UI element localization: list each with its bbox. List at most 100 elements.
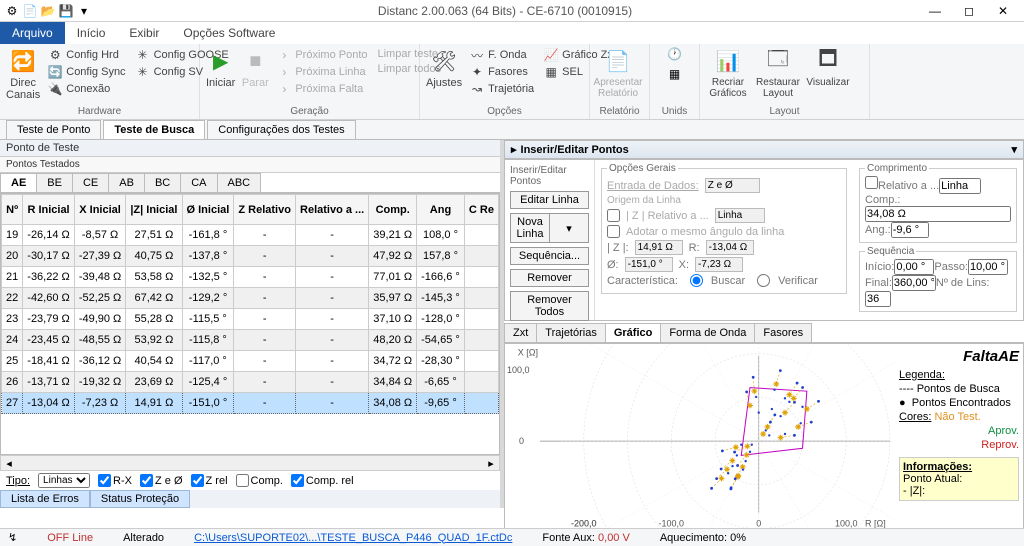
proximo-ponto[interactable]: ›Próximo Ponto xyxy=(275,47,369,63)
conexao[interactable]: 🔌Conexão xyxy=(46,81,127,97)
x-input[interactable] xyxy=(695,257,743,272)
entrada-dados[interactable] xyxy=(705,178,760,193)
col-header[interactable]: Z Relativo xyxy=(234,195,296,225)
editar-linha-button[interactable]: Editar Linha xyxy=(510,191,589,209)
fasores[interactable]: ✦Fasores xyxy=(468,64,536,80)
nlin-input[interactable] xyxy=(865,291,891,307)
config-sync[interactable]: 🔄Config Sync xyxy=(46,64,127,80)
config-hrd[interactable]: ⚙Config Hrd xyxy=(46,47,127,63)
relatorio-button[interactable]: 📄 Apresentar Relatório xyxy=(596,47,640,99)
restaurar-layout[interactable]: 🗔Restaurar Layout xyxy=(756,47,800,99)
r-input[interactable] xyxy=(706,240,754,255)
chk-zrel2[interactable] xyxy=(607,209,620,222)
rel-select[interactable] xyxy=(939,178,981,194)
phase-abc[interactable]: ABC xyxy=(217,173,262,192)
points-table[interactable]: NºR InicialX Inicial|Z| InicialØ Inicial… xyxy=(1,194,499,414)
recriar-graficos[interactable]: 📊Recriar Gráficos xyxy=(706,47,750,99)
col-header[interactable]: Relativo a ... xyxy=(295,195,368,225)
phase-be[interactable]: BE xyxy=(36,173,73,192)
remover-button[interactable]: Remover xyxy=(510,269,589,287)
chk-relativo[interactable] xyxy=(865,176,878,189)
gtab-fasores[interactable]: Fasores xyxy=(754,323,812,342)
passo-input[interactable] xyxy=(968,259,1008,275)
iniciar-button[interactable]: ▶ Iniciar xyxy=(206,47,235,89)
table-row[interactable]: 25-18,41 Ω-36,12 Ω40,54 Ω-117,0 °--34,72… xyxy=(2,351,499,372)
col-header[interactable]: X Inicial xyxy=(74,195,126,225)
f-onda[interactable]: 〰F. Onda xyxy=(468,47,536,63)
doctab-teste-ponto[interactable]: Teste de Ponto xyxy=(6,120,101,139)
chk-zo[interactable]: Z e Ø xyxy=(140,474,183,487)
gtab-forma-onda[interactable]: Forma de Onda xyxy=(660,323,755,342)
parar-button[interactable]: ■ Parar xyxy=(241,47,269,89)
inicio-input[interactable] xyxy=(894,259,934,275)
table-row[interactable]: 24-23,45 Ω-48,55 Ω53,92 Ω-115,8 °--48,20… xyxy=(2,330,499,351)
new-icon[interactable]: 📄 xyxy=(22,3,38,19)
gtab-grafico[interactable]: Gráfico xyxy=(605,323,662,342)
subtab-lista-erros[interactable]: Lista de Erros xyxy=(0,490,90,508)
tab-inicio[interactable]: Início xyxy=(65,22,118,44)
gtab-zxt[interactable]: Zxt xyxy=(504,323,537,342)
tab-exibir[interactable]: Exibir xyxy=(117,22,171,44)
chk-comprel[interactable]: Comp. rel xyxy=(291,474,354,487)
table-row[interactable]: 27-13,04 Ω-7,23 Ω14,91 Ω-151,0 °--34,08 … xyxy=(2,393,499,414)
minimize-button[interactable]: ― xyxy=(918,0,952,22)
visualizar[interactable]: 🗖Visualizar xyxy=(806,47,850,88)
col-header[interactable]: Nº xyxy=(2,195,23,225)
close-button[interactable]: ✕ xyxy=(986,0,1020,22)
direc-canais-button[interactable]: 🔁 Direc Canais xyxy=(6,47,40,101)
remover-todos-button[interactable]: Remover Todos xyxy=(510,291,589,321)
trajetoria[interactable]: ↝Trajetória xyxy=(468,81,536,97)
phase-ce[interactable]: CE xyxy=(72,173,109,192)
phase-ae[interactable]: AE xyxy=(0,173,37,192)
nova-linha-dropdown[interactable]: ▾ xyxy=(550,213,589,243)
save-icon[interactable]: 💾 xyxy=(58,3,74,19)
ang-input[interactable] xyxy=(891,222,929,238)
maximize-button[interactable]: ◻ xyxy=(952,0,986,22)
doctab-config-testes[interactable]: Configurações dos Testes xyxy=(207,120,355,139)
dropdown-icon[interactable]: ▾ xyxy=(1011,143,1017,156)
table-row[interactable]: 21-36,22 Ω-39,48 Ω53,58 Ω-132,5 °--77,01… xyxy=(2,267,499,288)
col-header[interactable]: C Re xyxy=(464,195,498,225)
table-row[interactable]: 26-13,71 Ω-19,32 Ω23,69 Ω-125,4 °--34,84… xyxy=(2,372,499,393)
dropdown-icon[interactable]: ▾ xyxy=(76,3,92,19)
chk-comp[interactable]: Comp. xyxy=(236,474,283,487)
col-header[interactable]: Comp. xyxy=(369,195,417,225)
doctab-teste-busca[interactable]: Teste de Busca xyxy=(103,120,205,139)
clock-icon[interactable]: 🕐 xyxy=(668,47,682,61)
chk-adotar[interactable] xyxy=(607,225,620,238)
col-header[interactable]: R Inicial xyxy=(23,195,75,225)
status-path[interactable]: C:\Users\SUPORTE02\...\TESTE_BUSCA_P446_… xyxy=(194,532,512,544)
col-header[interactable]: Ang xyxy=(417,195,465,225)
chk-zrel[interactable]: Z rel xyxy=(191,474,228,487)
z-input[interactable] xyxy=(635,240,683,255)
chk-rx[interactable]: R-X xyxy=(98,474,132,487)
table-row[interactable]: 23-23,79 Ω-49,90 Ω55,28 Ω-115,5 °--37,10… xyxy=(2,309,499,330)
tab-opcoes[interactable]: Opções Software xyxy=(171,22,287,44)
proxima-linha[interactable]: ›Próxima Linha xyxy=(275,64,369,80)
phase-ca[interactable]: CA xyxy=(180,173,217,192)
col-header[interactable]: Ø Inicial xyxy=(182,195,234,225)
grid-icon[interactable]: ▦ xyxy=(668,67,682,81)
radio-verificar[interactable] xyxy=(757,274,770,287)
ajustes-button[interactable]: 🛠 Ajustes xyxy=(426,47,462,89)
zrel-select[interactable] xyxy=(715,208,765,223)
radio-buscar[interactable] xyxy=(690,274,703,287)
o-input[interactable] xyxy=(625,257,673,272)
gtab-trajetorias[interactable]: Trajetórias xyxy=(536,323,606,342)
sequencia-button[interactable]: Sequência... xyxy=(510,247,589,265)
table-row[interactable]: 22-42,60 Ω-52,25 Ω67,42 Ω-129,2 °--35,97… xyxy=(2,288,499,309)
phase-ab[interactable]: AB xyxy=(108,173,145,192)
proxima-falta[interactable]: ›Próxima Falta xyxy=(275,81,369,97)
h-scrollbar[interactable]: ◂▸ xyxy=(0,455,500,471)
impedance-chart[interactable]: -200,0-200,0-100,00100,0R [Ω]100,00X [Ω] xyxy=(505,344,895,532)
comp-input[interactable] xyxy=(865,206,1011,222)
nova-linha-button[interactable]: Nova Linha xyxy=(510,213,550,243)
table-row[interactable]: 20-30,17 Ω-27,39 Ω40,75 Ω-137,8 °--47,92… xyxy=(2,246,499,267)
table-row[interactable]: 19-26,14 Ω-8,57 Ω27,51 Ω-161,8 °--39,21 … xyxy=(2,225,499,246)
col-header[interactable]: |Z| Inicial xyxy=(126,195,182,225)
tipo-select[interactable]: Linhas xyxy=(38,473,90,488)
tab-arquivo[interactable]: Arquivo xyxy=(0,22,65,44)
open-icon[interactable]: 📂 xyxy=(40,3,56,19)
final-input[interactable] xyxy=(892,275,936,291)
subtab-status-protecao[interactable]: Status Proteção xyxy=(90,490,190,508)
